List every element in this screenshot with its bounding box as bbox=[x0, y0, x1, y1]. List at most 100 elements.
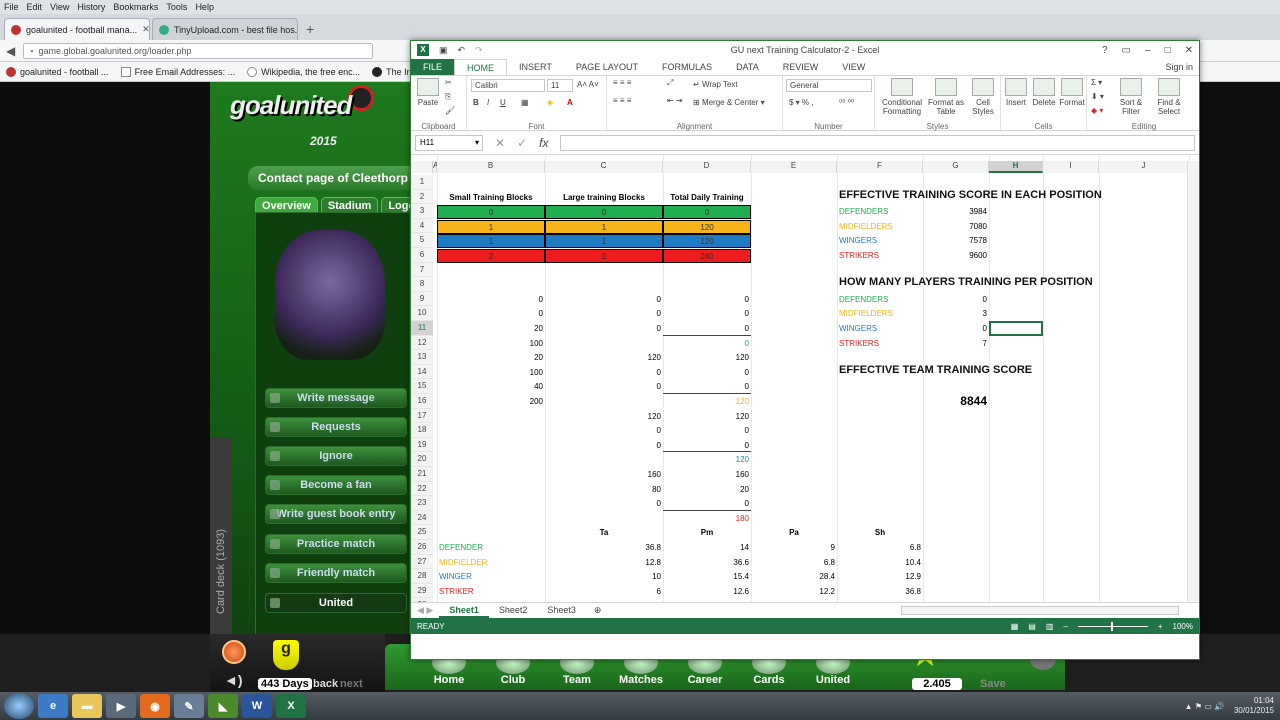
cell-d[interactable]: 0 bbox=[663, 307, 751, 320]
ets-position[interactable]: STRIKERS bbox=[837, 249, 923, 262]
decimal-icon[interactable]: ⁰⁰ ⁰⁰ bbox=[839, 98, 854, 107]
cell-c[interactable]: 80 bbox=[545, 483, 663, 496]
nav-matches[interactable]: Matches bbox=[611, 674, 671, 686]
colored-cell[interactable]: 0 bbox=[663, 205, 751, 220]
nav-cards[interactable]: Cards bbox=[739, 674, 799, 686]
horizontal-scrollbar[interactable] bbox=[901, 606, 1179, 615]
row-header-23[interactable]: 23 bbox=[411, 496, 433, 511]
wrap-text-button[interactable]: ↵ Wrap Text bbox=[693, 80, 738, 89]
page-layout-icon[interactable]: ▤ bbox=[1028, 622, 1036, 631]
currency-icon[interactable]: $ ▾ % , bbox=[789, 98, 813, 107]
close-icon[interactable]: ✕ bbox=[1185, 45, 1193, 56]
cell-d[interactable]: 0 bbox=[663, 380, 751, 393]
menu-view[interactable]: View bbox=[50, 2, 69, 12]
row-header-9[interactable]: 9 bbox=[411, 291, 433, 307]
redo-icon[interactable]: ↷ bbox=[475, 45, 483, 56]
new-tab-icon[interactable]: + bbox=[300, 21, 320, 40]
indent-icon[interactable]: ⇤ ⇥ bbox=[667, 96, 683, 105]
tab-file[interactable]: FILE bbox=[411, 59, 455, 75]
tab-home[interactable]: HOME bbox=[454, 59, 508, 75]
enter-icon[interactable]: ✓ bbox=[517, 136, 527, 150]
nav-home[interactable]: Home bbox=[419, 674, 479, 686]
merge-center-button[interactable]: ⊞ Merge & Center ▾ bbox=[693, 98, 765, 107]
cell-b[interactable]: 40 bbox=[437, 380, 545, 393]
cell-b[interactable]: 20 bbox=[437, 322, 545, 335]
ets-position[interactable]: DEFENDERS bbox=[837, 205, 923, 218]
copy-icon[interactable]: ⎘ bbox=[445, 92, 451, 102]
bold-icon[interactable]: B bbox=[473, 98, 479, 107]
stat-header[interactable]: Ta bbox=[545, 526, 663, 539]
app-icon[interactable]: ✎ bbox=[174, 694, 204, 718]
zoom-slider[interactable] bbox=[1077, 621, 1148, 631]
add-sheet-icon[interactable]: ⊕ bbox=[586, 605, 610, 616]
col-header-d[interactable]: D bbox=[663, 161, 751, 173]
save-button[interactable]: Save bbox=[980, 678, 1006, 690]
row-header-5[interactable]: 5 bbox=[411, 233, 433, 248]
bookmark-2[interactable]: Free Email Addresses: ... bbox=[120, 66, 235, 77]
url-bar[interactable]: ▪ game.global.goalunited.org/loader.php bbox=[23, 42, 374, 59]
tab-review[interactable]: REVIEW bbox=[771, 59, 831, 75]
row-header-11[interactable]: 11 bbox=[411, 321, 433, 336]
help-icon[interactable]: ? bbox=[1102, 45, 1108, 56]
tab-insert[interactable]: INSERT bbox=[507, 59, 564, 75]
italic-icon[interactable]: I bbox=[487, 98, 489, 107]
colored-cell[interactable]: 1 bbox=[437, 234, 545, 249]
ets-value[interactable]: 3984 bbox=[923, 205, 989, 218]
ets-value[interactable]: 7080 bbox=[923, 220, 989, 233]
cell-d[interactable]: 0 bbox=[663, 337, 751, 350]
practice-match-button[interactable]: Practice match bbox=[265, 534, 407, 554]
name-box[interactable]: H11 ▾ bbox=[415, 134, 483, 151]
cell-b[interactable]: 100 bbox=[437, 337, 545, 350]
players-position[interactable]: WINGERS bbox=[837, 322, 923, 335]
row-header-15[interactable]: 15 bbox=[411, 379, 433, 394]
col-header-e[interactable]: E bbox=[751, 161, 837, 173]
colored-cell[interactable]: 240 bbox=[663, 249, 751, 263]
cell-c[interactable]: 0 bbox=[545, 497, 663, 510]
vertical-scrollbar[interactable] bbox=[1187, 161, 1199, 601]
bookmark-1[interactable]: goalunited - football ... bbox=[6, 66, 109, 77]
col-header-j[interactable]: J bbox=[1099, 161, 1189, 173]
cell-b[interactable]: 200 bbox=[437, 395, 545, 408]
firefox-icon[interactable]: ◉ bbox=[140, 694, 170, 718]
cell-d[interactable]: 120 bbox=[663, 395, 751, 408]
row-header-26[interactable]: 26 bbox=[411, 540, 433, 555]
underline-icon[interactable]: U bbox=[500, 98, 506, 107]
menu-help[interactable]: Help bbox=[195, 2, 214, 12]
position-label[interactable]: MIDFIELDER bbox=[437, 556, 545, 569]
guest-book-button[interactable]: Write guest book entry bbox=[265, 504, 407, 524]
requests-button[interactable]: Requests bbox=[265, 417, 407, 437]
sound-icon[interactable]: ◄) bbox=[224, 672, 243, 688]
tab-tinyupload[interactable]: TinyUpload.com - best file hos...✕ bbox=[152, 18, 298, 40]
selected-cell[interactable] bbox=[989, 321, 1043, 336]
menu-bookmarks[interactable]: Bookmarks bbox=[113, 2, 158, 12]
cell-d[interactable]: 0 bbox=[663, 439, 751, 452]
grow-font-icon[interactable]: A˄ A˅ bbox=[577, 80, 599, 89]
cell-c[interactable]: 0 bbox=[545, 366, 663, 379]
stat-value[interactable]: 14 bbox=[663, 541, 751, 554]
nav-career[interactable]: Career bbox=[675, 674, 735, 686]
stat-value[interactable]: 12.2 bbox=[751, 585, 837, 598]
ignore-button[interactable]: Ignore bbox=[265, 446, 407, 466]
cell-c[interactable]: 120 bbox=[545, 351, 663, 364]
cell-d[interactable]: 0 bbox=[663, 497, 751, 510]
cell-c[interactable]: 160 bbox=[545, 468, 663, 481]
row-header-29[interactable]: 29 bbox=[411, 583, 433, 599]
row-header-20[interactable]: 20 bbox=[411, 452, 433, 467]
row-header-13[interactable]: 13 bbox=[411, 350, 433, 365]
delete-cells-button[interactable]: Delete bbox=[1031, 78, 1057, 107]
row-header-21[interactable]: 21 bbox=[411, 467, 433, 482]
colored-cell[interactable]: 0 bbox=[545, 205, 663, 220]
cell-c[interactable]: 0 bbox=[545, 307, 663, 320]
cell-c[interactable]: 0 bbox=[545, 439, 663, 452]
players-position[interactable]: STRIKERS bbox=[837, 337, 923, 350]
name-box-dropdown-icon[interactable]: ▾ bbox=[475, 138, 479, 147]
nav-team[interactable]: Team bbox=[547, 674, 607, 686]
cell-d[interactable]: 160 bbox=[663, 468, 751, 481]
tab-view[interactable]: VIEW bbox=[830, 59, 877, 75]
fill-icon[interactable]: ⬇ ▾ bbox=[1091, 92, 1104, 101]
players-value[interactable]: 7 bbox=[923, 337, 989, 350]
ets-value[interactable]: 7578 bbox=[923, 234, 989, 247]
row-header-17[interactable]: 17 bbox=[411, 408, 433, 424]
stat-value[interactable]: 12.6 bbox=[663, 585, 751, 598]
row-header-18[interactable]: 18 bbox=[411, 423, 433, 438]
